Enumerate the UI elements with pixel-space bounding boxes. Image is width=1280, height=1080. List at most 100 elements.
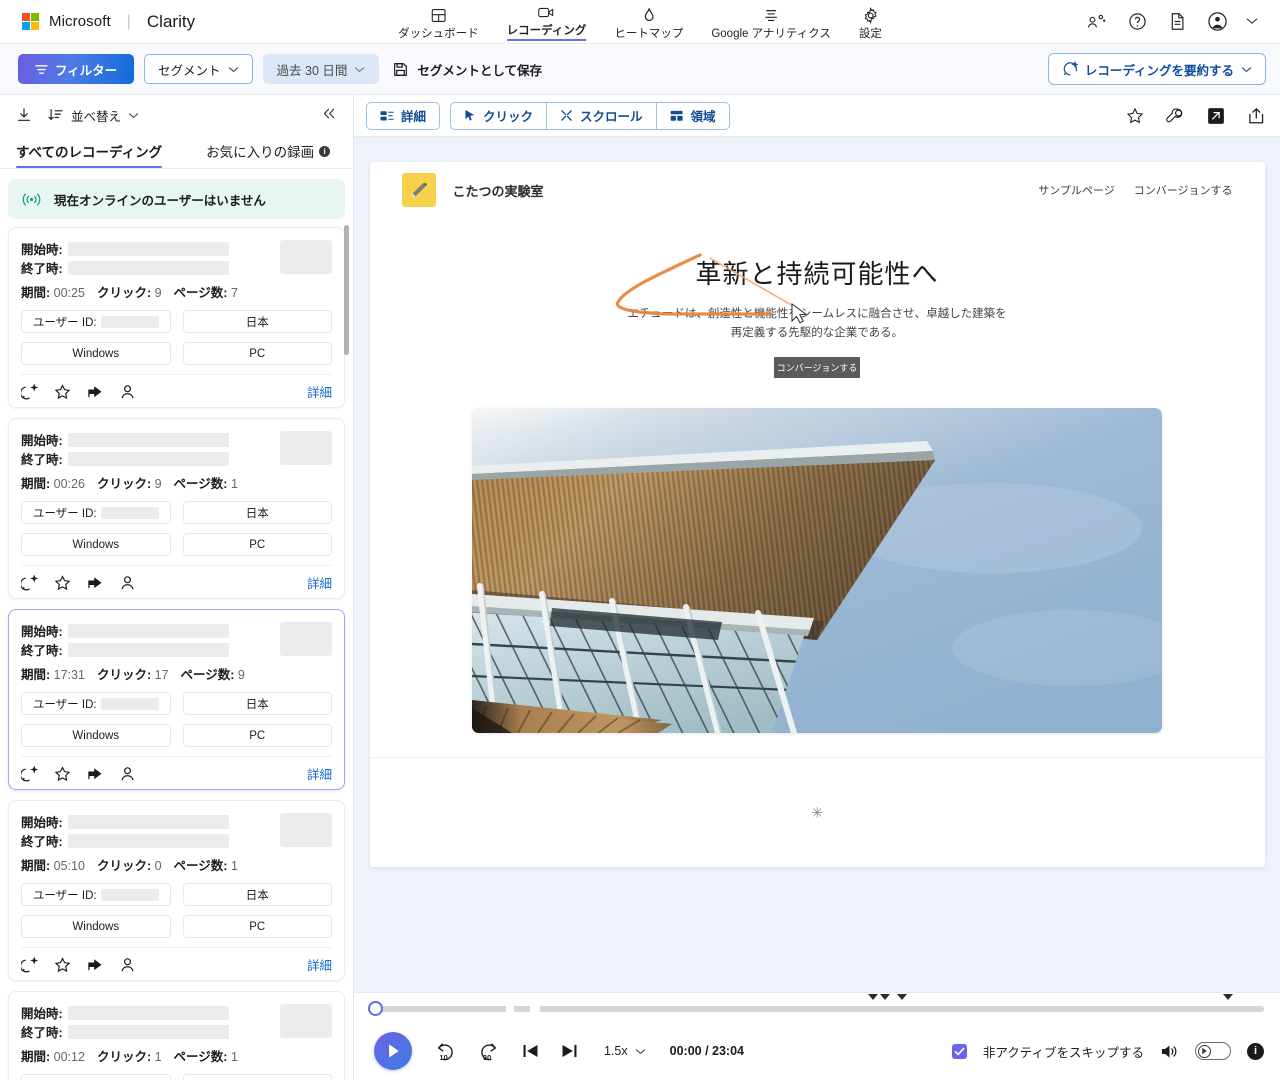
autoplay-toggle[interactable] <box>1195 1042 1231 1060</box>
skip-next-button[interactable] <box>561 1043 578 1059</box>
share-icon[interactable] <box>1247 107 1266 125</box>
area-view-button[interactable]: 領域 <box>656 101 730 130</box>
tab-favorite-recordings-label: お気に入りの録画 <box>206 145 315 160</box>
recording-card[interactable]: 開始時: 終了時: 期間: 00:26 クリック: 9 ページ数: 1 ユーザー ID: 日… <box>8 418 345 599</box>
summarize-icon[interactable] <box>21 765 38 782</box>
recording-end-value-redacted <box>67 260 229 275</box>
user-icon[interactable] <box>120 957 135 973</box>
help-icon[interactable] <box>1126 11 1148 33</box>
account-chevron-down-icon[interactable] <box>1246 17 1258 27</box>
user-icon[interactable] <box>120 766 135 782</box>
recording-card[interactable]: 開始時: 終了時: 期間: 05:10 クリック: 0 ページ数: 1 ユーザー ID: 日… <box>8 800 345 981</box>
forward-30-button[interactable]: 30 <box>478 1041 500 1062</box>
playback-speed-dropdown[interactable]: 1.5x <box>604 1044 646 1058</box>
open-external-icon[interactable] <box>1207 107 1225 125</box>
recording-detail-link[interactable]: 詳細 <box>307 764 332 783</box>
recording-start-label: 開始時: <box>21 243 63 257</box>
recordings-list[interactable]: 開始時: 終了時: 期間: 00:25 クリック: 9 ページ数: 7 ユーザー ID: 日… <box>0 219 353 1080</box>
recording-detail-link[interactable]: 詳細 <box>307 955 332 974</box>
footer-asterisk-icon: ✳ <box>810 804 824 822</box>
user-icon[interactable] <box>120 384 135 400</box>
collapse-left-icon[interactable] <box>321 107 337 124</box>
tab-all-recordings[interactable]: すべてのレコーディング <box>16 141 163 168</box>
analytics-icon <box>763 6 779 25</box>
recording-card[interactable]: 開始時: 終了時: 期間: 17:31 クリック: 17 ページ数: 9 ユーザー ID:… <box>8 609 345 790</box>
summarize-icon[interactable] <box>21 956 38 973</box>
favorite-star-icon[interactable] <box>54 956 71 973</box>
recording-detail-link[interactable]: 詳細 <box>307 573 332 592</box>
detail-view-button[interactable]: 詳細 <box>366 101 441 130</box>
download-icon[interactable] <box>16 107 32 123</box>
timeline-marker[interactable] <box>897 994 907 1000</box>
scroll-view-button[interactable]: スクロール <box>547 101 657 130</box>
recording-clicks: クリック: 1 <box>96 1050 162 1064</box>
filter-button[interactable]: フィルター <box>18 54 134 84</box>
timeline-marker[interactable] <box>868 994 878 1000</box>
account-icon[interactable] <box>1206 11 1228 33</box>
recording-start-row: 開始時: <box>21 812 280 831</box>
volume-icon[interactable] <box>1160 1043 1179 1060</box>
recording-duration: 期間: 00:25 <box>21 286 85 300</box>
recording-start-row: 開始時: <box>21 621 280 640</box>
click-view-button[interactable]: クリック <box>450 101 548 130</box>
product-name: Clarity <box>146 11 196 31</box>
summarize-icon[interactable] <box>21 574 38 591</box>
timeline-scrubber-handle[interactable] <box>368 1001 383 1016</box>
nav-item-google-analytics[interactable]: Google アナリティクス <box>697 0 845 43</box>
share-icon[interactable] <box>87 766 104 782</box>
timeline-marker[interactable] <box>1223 994 1233 1000</box>
preview-cta-button[interactable]: コンバージョンする <box>774 356 860 378</box>
recording-start-label: 開始時: <box>21 1007 63 1021</box>
recorded-page-preview[interactable]: こたつの実験室 サンプルページ コンバージョンする 革新と持続可能性へ エチュー… <box>369 162 1265 867</box>
favorite-star-icon[interactable] <box>54 574 71 591</box>
pencil-icon <box>401 173 436 207</box>
brand: Microsoft | Clarity <box>0 12 195 32</box>
recording-times-left: 開始時: 終了時: <box>21 239 280 277</box>
recording-thumbnail-redacted <box>280 431 332 465</box>
sort-control[interactable]: 並べ替え <box>48 106 139 125</box>
volume-glyph <box>1161 1044 1177 1058</box>
info-icon[interactable]: i <box>319 145 331 157</box>
summarize-recordings-button[interactable]: レコーディングを要約する <box>1047 53 1266 85</box>
preview-nav-conversion[interactable]: コンバージョンする <box>1134 182 1233 198</box>
recording-device-pill: PC <box>182 724 332 747</box>
info-icon[interactable]: i <box>1247 1042 1264 1060</box>
recording-duration: 期間: 17:31 <box>21 668 85 682</box>
nav-label-dashboard: ダッシュボード <box>398 28 479 40</box>
recording-end-row: 終了時: <box>21 258 280 277</box>
nav-item-settings[interactable]: 設定 <box>845 0 896 43</box>
skip-inactive-checkbox[interactable] <box>951 1043 967 1059</box>
recording-card-times: 開始時: 終了時: <box>21 621 332 659</box>
preview-nav-sample-page[interactable]: サンプルページ <box>1038 182 1114 198</box>
recording-detail-link[interactable]: 詳細 <box>307 382 332 401</box>
recording-card[interactable]: 開始時: 終了時: 期間: 00:12 クリック: 1 ページ数: 1 ユーザー ID: 日… <box>8 991 345 1080</box>
save-as-segment-button[interactable]: セグメントとして保存 <box>389 54 555 84</box>
tab-all-recordings-label: すべてのレコーディング <box>16 145 163 160</box>
tab-favorite-recordings[interactable]: お気に入りの録画 i <box>206 141 331 168</box>
document-icon[interactable] <box>1166 11 1188 33</box>
rewind-10-button[interactable]: 10 <box>434 1041 456 1062</box>
nav-label-recordings: レコーディング <box>506 24 587 41</box>
sidebar-scrollbar[interactable] <box>344 225 349 355</box>
nav-item-dashboard[interactable]: ダッシュボード <box>384 0 493 43</box>
share-icon[interactable] <box>87 957 104 973</box>
skip-previous-button[interactable] <box>522 1043 539 1059</box>
timeline-marker[interactable] <box>880 994 890 1000</box>
favorite-star-icon[interactable] <box>54 383 71 400</box>
date-range-dropdown[interactable]: 過去 30 日間 <box>262 54 380 84</box>
tag-icon[interactable] <box>1166 107 1185 125</box>
share-icon[interactable] <box>87 575 104 591</box>
favorite-star-icon[interactable] <box>1126 107 1144 125</box>
people-share-icon[interactable] <box>1086 11 1108 33</box>
nav-item-recordings[interactable]: レコーディング <box>493 0 601 43</box>
summarize-icon[interactable] <box>21 383 38 400</box>
favorite-star-icon[interactable] <box>54 765 71 782</box>
user-icon[interactable] <box>120 575 135 591</box>
timeline[interactable] <box>354 993 1280 1023</box>
segment-dropdown[interactable]: セグメント <box>144 54 253 84</box>
recording-card[interactable]: 開始時: 終了時: 期間: 00:25 クリック: 9 ページ数: 7 ユーザー ID: 日… <box>8 227 345 408</box>
recording-clicks: クリック: 9 <box>96 286 162 300</box>
share-icon[interactable] <box>87 384 104 400</box>
play-button[interactable] <box>374 1032 412 1070</box>
nav-item-heatmap[interactable]: ヒートマップ <box>600 0 697 43</box>
